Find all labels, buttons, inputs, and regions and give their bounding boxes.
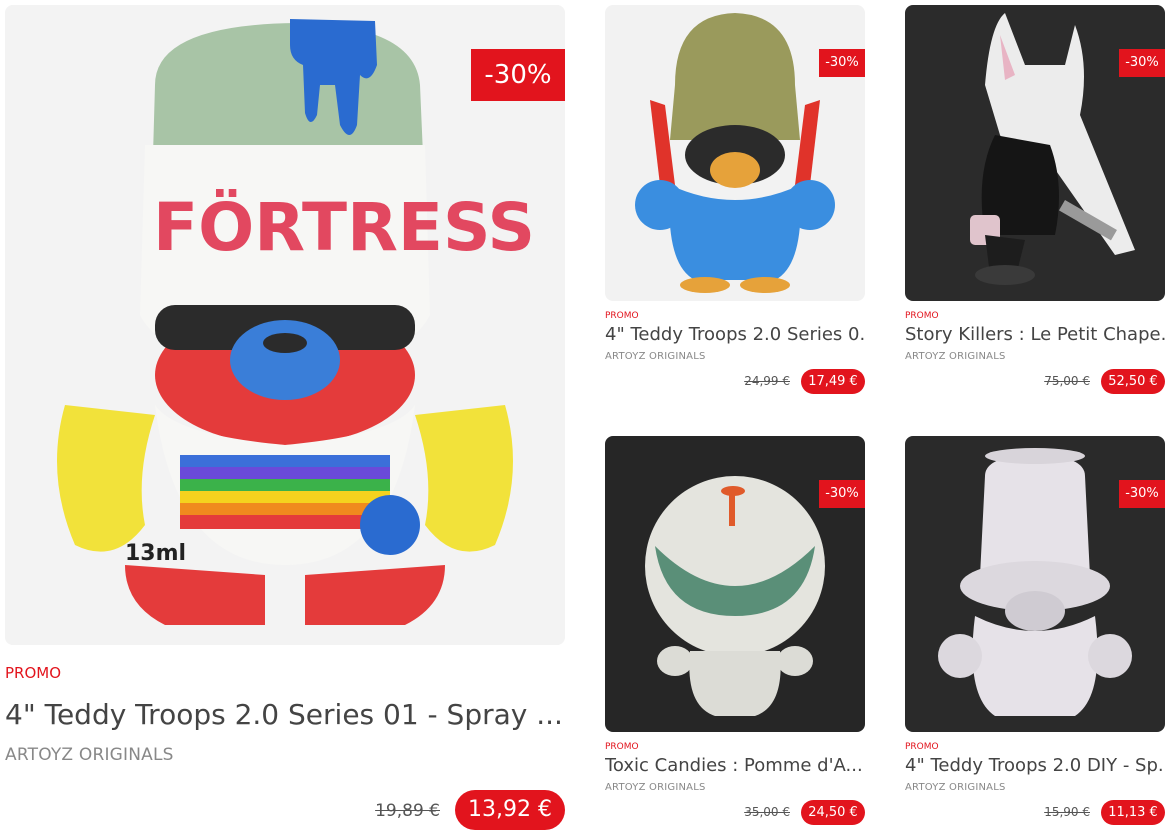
old-price: 15,90 € <box>1044 805 1090 819</box>
product-title[interactable]: 4" Teddy Troops 2.0 DIY - Sp... <box>905 755 1165 776</box>
discount-badge: -30% <box>1119 480 1165 508</box>
product-card[interactable]: -30% PROMO 4" Teddy Troops 2.0 Series 0.… <box>605 5 865 405</box>
product-image[interactable]: FÖRTRESS 13ml <box>5 5 565 645</box>
product-card-featured[interactable]: FÖRTRESS 13ml -30% PROMO 4" Teddy Troops <box>5 5 565 830</box>
price-button[interactable]: 52,50 € <box>1101 369 1165 394</box>
product-title[interactable]: 4" Teddy Troops 2.0 Series 0... <box>605 324 865 345</box>
teddy-troops-spray-can-figure: FÖRTRESS 13ml <box>5 5 565 645</box>
svg-text:13ml: 13ml <box>125 541 186 566</box>
price-button[interactable]: 11,13 € <box>1101 800 1165 825</box>
product-title[interactable]: Story Killers : Le Petit Chape... <box>905 324 1165 345</box>
product-title[interactable]: Toxic Candies : Pomme d'A... <box>605 755 865 776</box>
promo-label: PROMO <box>905 311 939 321</box>
product-card[interactable]: -30% PROMO Toxic Candies : Pomme d'A... … <box>605 436 865 832</box>
product-brand[interactable]: ARTOYZ ORIGINALS <box>905 782 1006 793</box>
discount-badge: -30% <box>471 49 565 101</box>
promo-label: PROMO <box>605 311 639 321</box>
product-brand[interactable]: ARTOYZ ORIGINALS <box>605 351 706 362</box>
promo-label: PROMO <box>905 742 939 752</box>
old-price: 24,99 € <box>744 374 790 388</box>
product-title[interactable]: 4" Teddy Troops 2.0 Series 01 - Spray ..… <box>5 698 565 731</box>
old-price: 35,00 € <box>744 805 790 819</box>
discount-badge: -30% <box>819 480 865 508</box>
price-button[interactable]: 17,49 € <box>801 369 865 394</box>
promo-label: PROMO <box>605 742 639 752</box>
product-brand[interactable]: ARTOYZ ORIGINALS <box>605 782 706 793</box>
price-button[interactable]: 24,50 € <box>801 800 865 825</box>
product-card[interactable]: -30% PROMO 4" Teddy Troops 2.0 DIY - Sp.… <box>905 436 1165 832</box>
product-brand[interactable]: ARTOYZ ORIGINALS <box>905 351 1006 362</box>
discount-badge: -30% <box>1119 49 1165 77</box>
old-price: 19,89 € <box>375 801 440 821</box>
price-button[interactable]: 13,92 € <box>455 790 565 830</box>
svg-text:FÖRTRESS: FÖRTRESS <box>153 189 535 266</box>
promo-label: PROMO <box>5 664 62 682</box>
discount-badge: -30% <box>819 49 865 77</box>
product-brand[interactable]: ARTOYZ ORIGINALS <box>5 745 174 765</box>
old-price: 75,00 € <box>1044 374 1090 388</box>
product-card[interactable]: -30% PROMO Story Killers : Le Petit Chap… <box>905 5 1165 405</box>
